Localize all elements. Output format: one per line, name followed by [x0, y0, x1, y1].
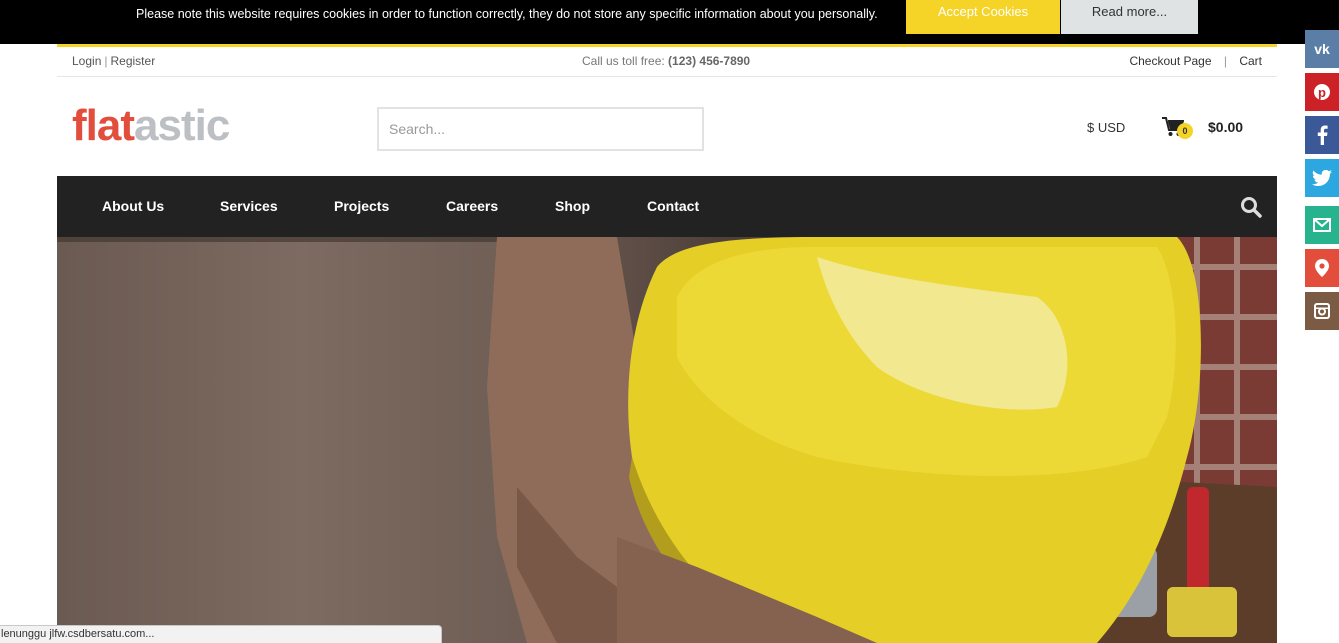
hardhat-illustration — [487, 237, 1277, 643]
nav-careers[interactable]: Careers — [446, 198, 498, 214]
checkout-link[interactable]: Checkout Page — [1129, 54, 1211, 68]
search-icon[interactable] — [1240, 196, 1262, 218]
read-more-button[interactable]: Read more... — [1061, 0, 1198, 34]
pinterest-icon[interactable]: p — [1305, 73, 1339, 111]
hero-image — [57, 237, 1277, 643]
phone-number: (123) 456-7890 — [668, 54, 751, 68]
topbar: Login | Register Call us toll free: (123) … — [57, 47, 1277, 77]
svg-text:vk: vk — [1314, 42, 1330, 56]
account-links: Login | Register — [72, 54, 155, 68]
search-input[interactable] — [377, 107, 704, 151]
cart-count-badge: 0 — [1177, 123, 1193, 139]
cookie-bar: Please note this website requires cookie… — [0, 0, 1339, 44]
vk-icon[interactable]: vk — [1305, 30, 1339, 68]
register-link[interactable]: Register — [111, 54, 156, 68]
logo-part2: astic — [134, 101, 230, 150]
separator: | — [104, 54, 108, 68]
checkout-links: Checkout Page | Cart — [1129, 54, 1262, 68]
cookie-message: Please note this website requires cookie… — [136, 7, 878, 21]
separator: | — [1223, 54, 1227, 68]
nav-about-us[interactable]: About Us — [102, 198, 164, 214]
nav-projects[interactable]: Projects — [334, 198, 389, 214]
instagram-icon[interactable] — [1305, 292, 1339, 330]
nav-services[interactable]: Services — [220, 198, 278, 214]
nav-shop[interactable]: Shop — [555, 198, 590, 214]
login-link[interactable]: Login — [72, 54, 101, 68]
svg-text:p: p — [1318, 85, 1326, 100]
logo-part1: flat — [72, 101, 135, 150]
site-logo[interactable]: flatastic — [72, 100, 230, 152]
location-icon[interactable] — [1305, 249, 1339, 287]
email-icon[interactable] — [1305, 206, 1339, 244]
cart-total[interactable]: $0.00 — [1208, 119, 1243, 135]
main-nav: About Us Services Projects Careers Shop … — [57, 176, 1277, 237]
currency-selector[interactable]: $ USD — [1087, 120, 1125, 135]
twitter-icon[interactable] — [1305, 159, 1339, 197]
accept-cookies-button[interactable]: Accept Cookies — [906, 0, 1060, 34]
nav-contact[interactable]: Contact — [647, 198, 699, 214]
phone-info: Call us toll free: (123) 456-7890 — [582, 54, 750, 68]
facebook-icon[interactable] — [1305, 116, 1339, 154]
browser-status-bar: lenunggu jlfw.csdbersatu.com... — [0, 625, 442, 643]
call-label: Call us toll free: — [582, 54, 665, 68]
cart-link[interactable]: Cart — [1239, 54, 1262, 68]
